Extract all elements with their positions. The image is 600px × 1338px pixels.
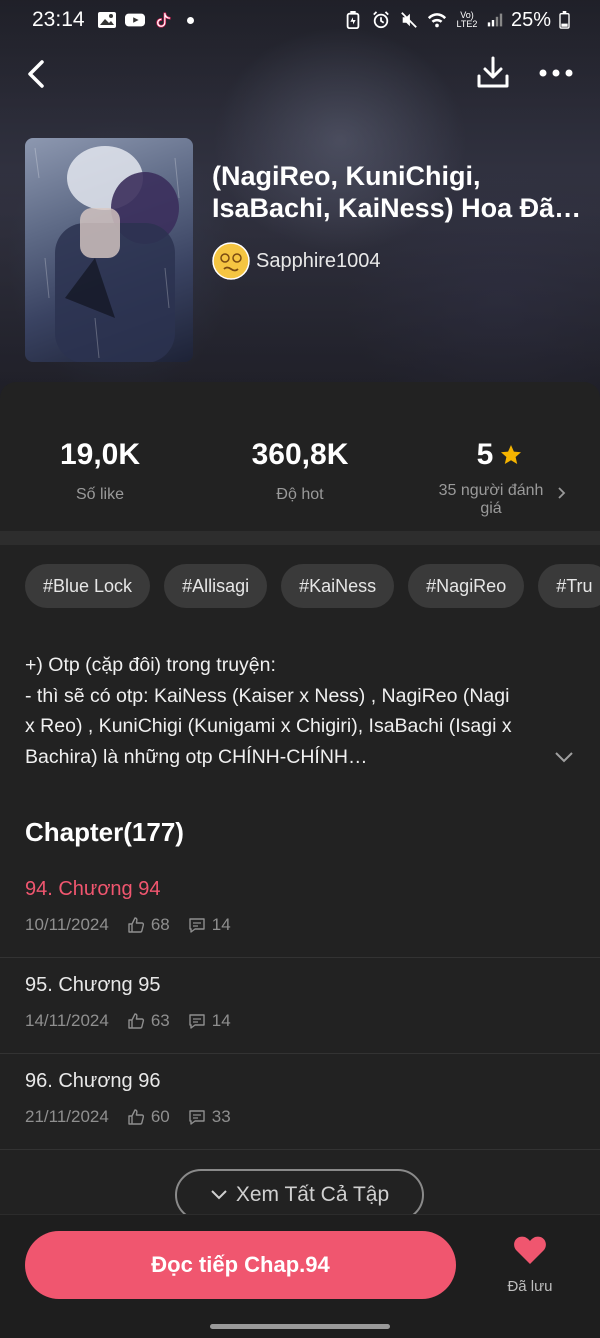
cover-illustration — [34, 146, 180, 362]
chapter-likes: 60 — [150, 1107, 170, 1126]
thumbs-up-icon — [128, 917, 144, 933]
tiktok-icon — [155, 12, 171, 28]
chapter-item[interactable]: 95. Chương 95 14/11/2024 63 14 — [0, 958, 600, 1054]
status-bar: 23:14 Vo) LTE2 25% — [0, 0, 600, 40]
stats-row: 19,0K Số like 360,8K Độ hot 5 35 người đ… — [0, 388, 600, 528]
chapter-meta: 21/11/2024 60 33 — [25, 1107, 575, 1127]
back-icon[interactable] — [20, 56, 56, 92]
stat-likes: 19,0K Số like — [0, 388, 200, 528]
stat-hot: 360,8K Độ hot — [200, 388, 400, 528]
comment-icon — [189, 918, 205, 933]
description-line: +) Otp (cặp đôi) trong truyện: — [25, 654, 276, 676]
tag-chip[interactable]: #Tru — [538, 564, 600, 608]
section-divider — [0, 531, 600, 545]
book-info: (NagiReo, KuniChigi, IsaBachi, KaiNess) … — [212, 160, 584, 280]
chapter-item[interactable]: 94. Chương 94 10/11/2024 68 14 — [0, 862, 600, 958]
thumbs-up-icon — [128, 1013, 144, 1029]
comment-icon — [189, 1014, 205, 1029]
book-description: +) Otp (cặp đôi) trong truyện: - thì sẽ … — [25, 650, 565, 772]
book-title: (NagiReo, KuniChigi, IsaBachi, KaiNess) … — [212, 161, 555, 223]
thumbs-up-icon — [128, 1109, 144, 1125]
chapter-date: 14/11/2024 — [25, 1011, 109, 1030]
chapter-title: 94. Chương 94 — [25, 878, 161, 900]
chapter-list: 94. Chương 94 10/11/2024 68 14 95. Chươn… — [0, 862, 600, 1150]
top-bar — [0, 50, 600, 98]
chapter-likes: 63 — [150, 1011, 170, 1030]
expand-description-icon[interactable] — [553, 747, 575, 767]
tag-chip[interactable]: #Allisagi — [164, 564, 268, 608]
chapter-title: 96. Chương 96 — [25, 1070, 161, 1092]
download-icon[interactable] — [474, 54, 512, 92]
stat-rating: 5 35 người đánh giá — [400, 388, 600, 528]
description-line: - thì sẽ có otp: KaiNess (Kaiser x Ness)… — [25, 684, 510, 707]
book-cover-image — [25, 138, 193, 362]
chevron-down-icon — [211, 1190, 227, 1200]
heart-icon — [514, 1236, 546, 1264]
hot-label: Độ hot — [276, 486, 324, 503]
author-avatar — [212, 242, 250, 280]
youtube-icon — [124, 13, 145, 27]
tag-list: #Blue Lock #Allisagi #KaiNess #NagiReo #… — [25, 564, 600, 608]
rating-reviews-link[interactable]: 35 người đánh giá — [400, 482, 600, 518]
chapter-comments: 14 — [211, 1011, 231, 1030]
signal-icon — [487, 13, 503, 27]
tag-chip[interactable]: #KaiNess — [281, 564, 395, 608]
chapter-meta: 14/11/2024 63 14 — [25, 1011, 575, 1031]
description-line: Bachira) là những otp CHÍNH-CHÍNH… — [25, 745, 368, 768]
saved-label: Đã lưu — [507, 1278, 553, 1295]
battery-icon — [559, 11, 570, 29]
network-label: Vo) LTE2 — [456, 10, 478, 29]
rating-value: 5 — [476, 438, 494, 471]
chapter-meta: 10/11/2024 68 14 — [25, 915, 575, 935]
tag-chip[interactable]: #Blue Lock — [25, 564, 151, 608]
chapter-title: 95. Chương 95 — [25, 974, 161, 996]
notification-dot-icon — [186, 16, 194, 24]
chapter-likes: 68 — [150, 915, 170, 934]
battery-percent: 25% — [510, 8, 551, 31]
chevron-right-icon — [558, 487, 566, 499]
chapter-item[interactable]: 96. Chương 96 21/11/2024 60 33 — [0, 1054, 600, 1150]
tag-chip[interactable]: #NagiReo — [408, 564, 525, 608]
chapter-date: 10/11/2024 — [25, 915, 109, 934]
chapter-comments: 33 — [211, 1107, 231, 1126]
status-time: 23:14 — [32, 8, 85, 31]
star-icon — [501, 445, 522, 464]
description-line: x Reo) , KuniChigi (Kunigami x Chigiri),… — [25, 715, 512, 737]
home-indicator[interactable] — [210, 1324, 390, 1329]
gallery-icon — [97, 12, 116, 28]
saved-button[interactable]: Đã lưu — [495, 1235, 565, 1305]
hot-value: 360,8K — [251, 438, 349, 471]
author-link[interactable]: Sapphire1004 — [212, 242, 584, 280]
comment-icon — [189, 1110, 205, 1125]
rating-label: 35 người đánh giá — [438, 482, 544, 517]
wifi-icon — [427, 13, 447, 28]
battery-saver-icon — [346, 11, 360, 29]
mute-icon — [401, 12, 417, 28]
author-name: Sapphire1004 — [256, 249, 381, 272]
likes-value: 19,0K — [59, 438, 141, 471]
bottom-action-bar: Đọc tiếp Chap.94 Đã lưu — [0, 1214, 600, 1314]
chapter-date: 21/11/2024 — [25, 1107, 109, 1126]
chapter-count-heading: Chapter(177) — [25, 817, 184, 847]
alarm-icon — [373, 11, 389, 29]
see-all-label: Xem Tất Cả Tập — [235, 1183, 390, 1206]
system-navigation-bar — [0, 1314, 600, 1338]
continue-reading-button[interactable]: Đọc tiếp Chap.94 — [25, 1231, 456, 1299]
likes-label: Số like — [75, 486, 125, 503]
chapter-comments: 14 — [211, 915, 231, 934]
more-options-icon[interactable] — [536, 58, 576, 88]
